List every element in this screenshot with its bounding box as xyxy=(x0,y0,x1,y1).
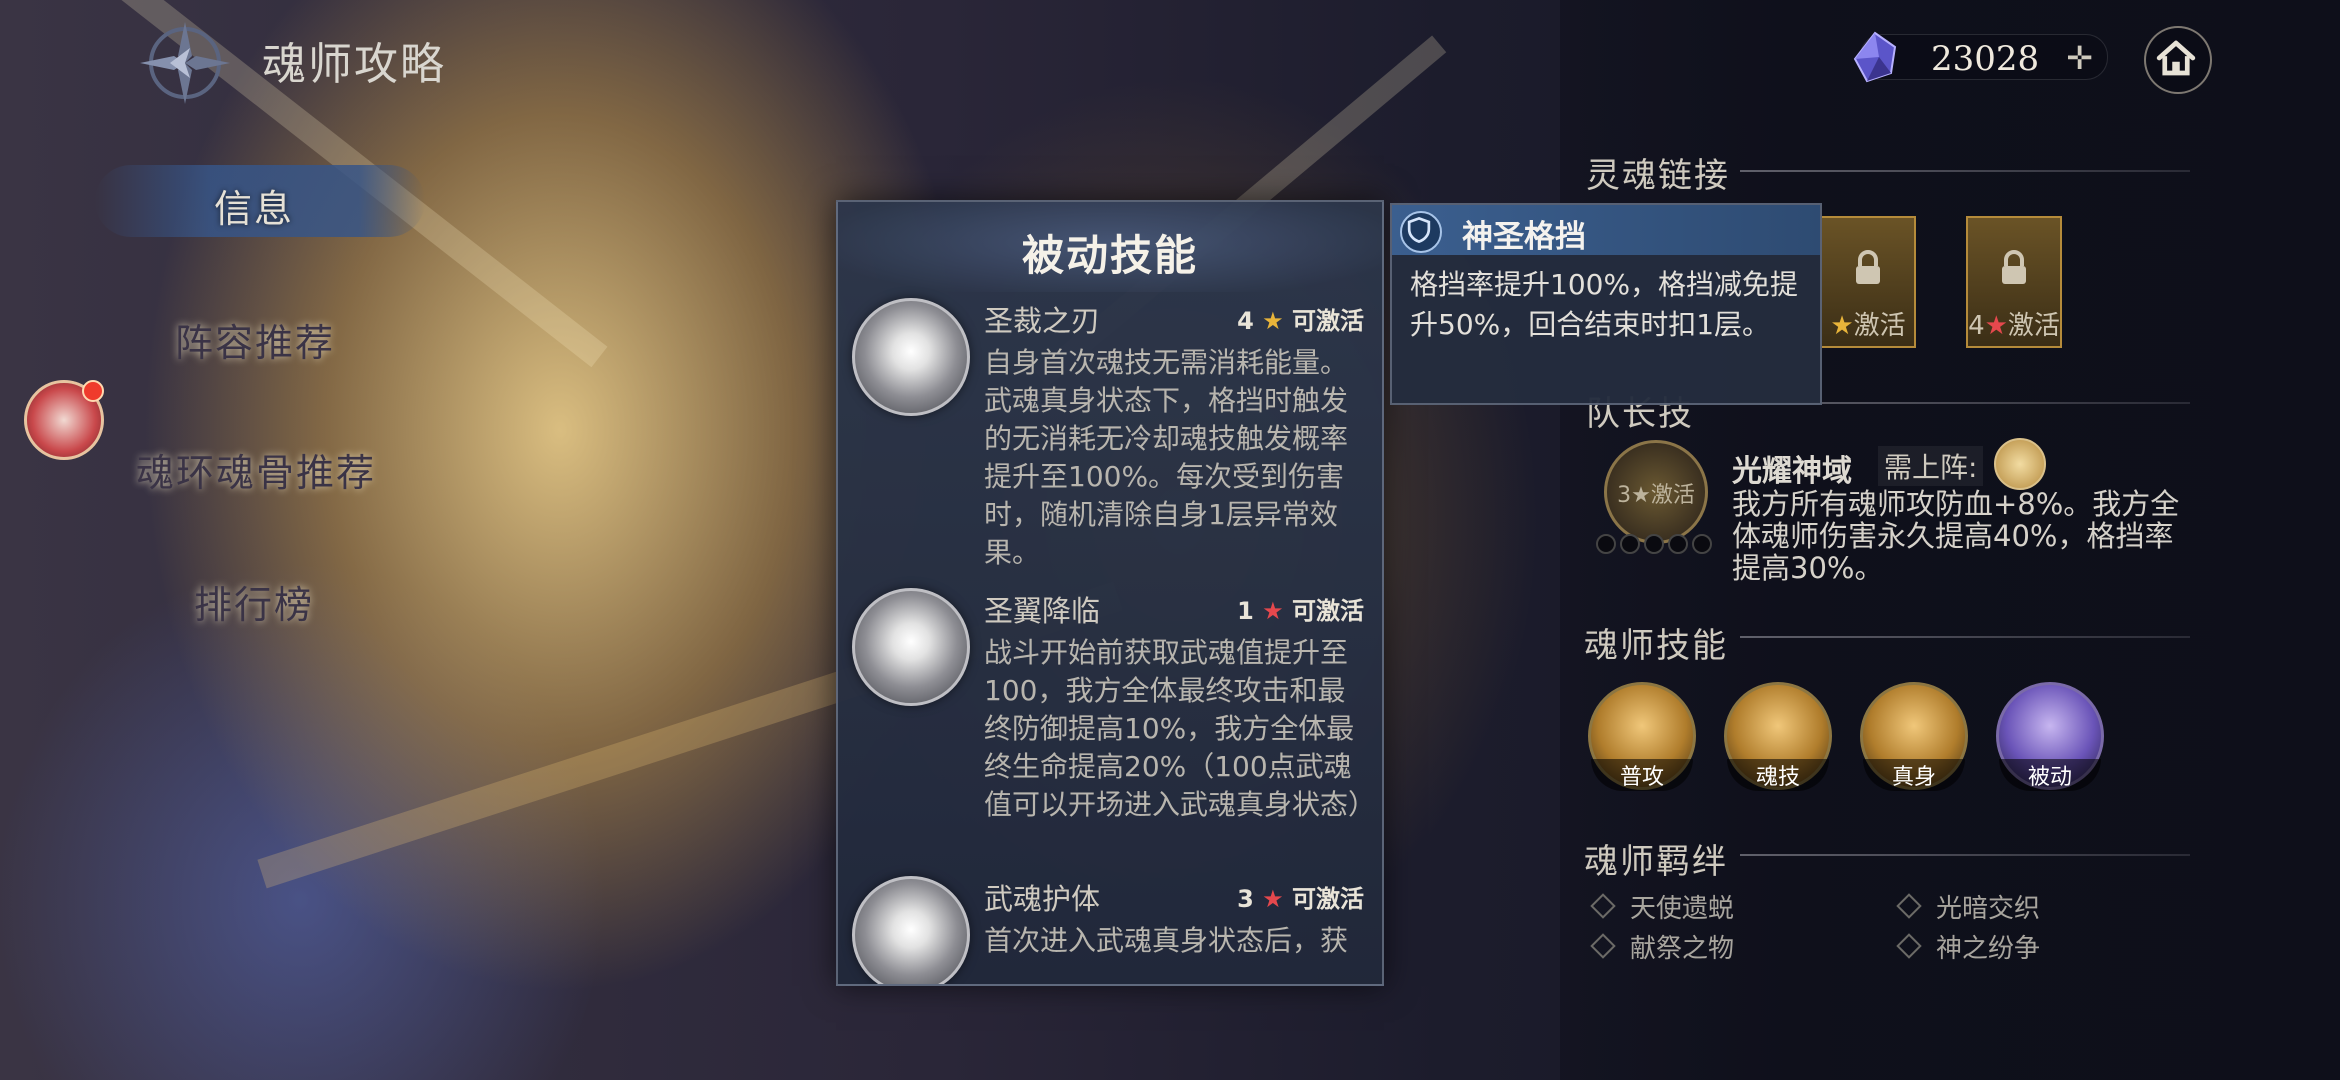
soul-link-card[interactable]: 4★激活 xyxy=(1966,216,2062,348)
captain-skill-name: 光耀神域 xyxy=(1732,454,1852,489)
page-title: 魂师攻略 xyxy=(262,39,446,90)
card-text: 激活 xyxy=(1853,311,1906,341)
skill-name: 武魂护体 xyxy=(984,882,1101,916)
shield-icon xyxy=(1400,211,1442,253)
skill-name: 圣裁之刃 xyxy=(984,304,1101,338)
divider xyxy=(1740,636,2190,638)
skill-button-basic-attack[interactable]: 普攻 xyxy=(1588,682,1696,791)
back-emblem-icon[interactable] xyxy=(130,18,240,108)
gold-star-icon: ★ xyxy=(1262,307,1284,335)
bond-label: 天使遗蜕 xyxy=(1630,894,1735,924)
diamond-icon xyxy=(1590,933,1616,959)
divider xyxy=(1740,854,2190,856)
red-star-icon: ★ xyxy=(1262,885,1284,913)
skill-name: 圣翼降临 xyxy=(984,594,1101,628)
soul-crystal-icon xyxy=(1853,31,1897,83)
req-stars: 4 xyxy=(1237,307,1254,335)
diamond-icon xyxy=(1590,893,1616,919)
req-stars: 3 xyxy=(1237,885,1254,913)
req-stars: 1 xyxy=(1237,597,1254,625)
bond-label: 献祭之物 xyxy=(1630,934,1735,964)
skill-button-label: 真身 xyxy=(1863,759,1965,791)
lock-icon xyxy=(2002,250,2026,284)
skill-button-label: 被动 xyxy=(1999,759,2101,791)
bond-item[interactable]: 献祭之物 xyxy=(1590,928,1735,965)
required-hero-avatar[interactable] xyxy=(1994,438,2046,490)
card-stars: 4 xyxy=(1968,311,1985,341)
bond-item[interactable]: 神之纷争 xyxy=(1896,928,2041,965)
diamond-icon xyxy=(1896,933,1922,959)
nav-item-lineup[interactable]: 阵容推荐 xyxy=(175,312,335,367)
add-currency-button[interactable]: ✛ xyxy=(2066,39,2093,77)
divider xyxy=(1740,170,2190,172)
hero-bonds-title: 魂师羁绊 xyxy=(1584,842,1728,882)
skill-tooltip: 神圣格挡 格挡率提升100%，格挡减免提升50%，回合结束时扣1层。 xyxy=(1390,203,1822,405)
nav-item-info[interactable]: 信息 xyxy=(214,178,294,233)
req-label: 可激活 xyxy=(1292,597,1364,625)
skill-button-label: 魂技 xyxy=(1727,759,1829,791)
holy-wing-icon xyxy=(852,588,970,706)
red-star-icon: ★ xyxy=(1984,311,2008,341)
skill-description: 战斗开始前获取武魂值提升至100，我方全体最终攻击和最终防御提高10%，我方全体… xyxy=(984,636,1377,821)
skill-requirement: 4 ★ 可激活 xyxy=(1237,301,1364,336)
bond-item[interactable]: 天使遗蜕 xyxy=(1590,888,1735,925)
card-text: 激活 xyxy=(2007,311,2060,341)
soul-link-title: 灵魂链接 xyxy=(1586,156,1730,196)
bond-label: 光暗交织 xyxy=(1936,894,2041,924)
soul-guard-icon xyxy=(852,876,970,984)
captain-level-dots xyxy=(1596,534,1716,558)
req-label: 可激活 xyxy=(1292,307,1364,335)
card-label: 4★激活 xyxy=(1968,305,2060,342)
bond-item[interactable]: 光暗交织 xyxy=(1896,888,2041,925)
currency-value: 23028 xyxy=(1931,39,2040,79)
need-deploy-label: 需上阵: xyxy=(1878,446,1984,486)
skill-button-passive[interactable]: 被动 xyxy=(1996,682,2104,791)
soul-link-card[interactable]: ★激活 xyxy=(1820,216,1916,348)
diamond-icon xyxy=(1896,893,1922,919)
skill-item[interactable]: 武魂护体 3 ★ 可激活 首次进入武魂真身状态后，获 xyxy=(852,876,1364,984)
skill-item[interactable]: 圣裁之刃 4 ★ 可激活 自身首次魂技无需消耗能量。武魂真身状态下，格挡时触发的… xyxy=(852,298,1364,578)
req-label: 可激活 xyxy=(1292,885,1364,913)
gold-star-icon: ★ xyxy=(1830,311,1854,341)
nav-item-soul-ring[interactable]: 魂环魂骨推荐 xyxy=(136,442,376,497)
skill-button-soul-skill[interactable]: 魂技 xyxy=(1724,682,1832,791)
skill-button-label: 普攻 xyxy=(1591,759,1693,791)
currency-display: 23028 ✛ xyxy=(1853,31,2108,83)
notification-dot xyxy=(82,380,104,402)
skill-requirement: 3 ★ 可激活 xyxy=(1237,879,1364,914)
tooltip-description: 格挡率提升100%，格挡减免提升50%，回合结束时扣1层。 xyxy=(1410,268,1799,341)
skill-description: 首次进入武魂真身状态后，获 xyxy=(984,924,1349,957)
hero-skills-title: 魂师技能 xyxy=(1584,626,1728,666)
red-star-icon: ★ xyxy=(1262,597,1284,625)
home-button[interactable] xyxy=(2144,26,2212,94)
nav-item-ranking[interactable]: 排行榜 xyxy=(194,574,314,629)
tooltip-header xyxy=(1392,205,1820,255)
card-label: ★激活 xyxy=(1822,305,1914,342)
passive-skills-panel: 被动技能 圣裁之刃 4 ★ 可激活 自身首次魂技无需消耗能量。武魂真身状态下，格… xyxy=(836,200,1384,986)
panel-title: 被动技能 xyxy=(1021,231,1198,280)
sun-blade-icon xyxy=(852,298,970,416)
skill-requirement: 1 ★ 可激活 xyxy=(1237,591,1364,626)
bond-label: 神之纷争 xyxy=(1936,934,2041,964)
captain-activate-label: 3★激活 xyxy=(1617,483,1695,508)
lock-icon xyxy=(1856,250,1880,284)
skill-button-true-body[interactable]: 真身 xyxy=(1860,682,1968,791)
captain-skill-description: 我方所有魂师攻防血+8%。我方全体魂师伤害永久提高40%，格挡率提高30%。 xyxy=(1732,487,2180,585)
skill-description: 自身首次魂技无需消耗能量。武魂真身状态下，格挡时触发的无消耗无冷却魂技触发概率提… xyxy=(984,346,1349,569)
skill-item[interactable]: 圣翼降临 1 ★ 可激活 战斗开始前获取武魂值提升至100，我方全体最终攻击和最… xyxy=(852,588,1377,868)
home-icon xyxy=(2156,40,2196,76)
tooltip-title: 神圣格挡 xyxy=(1462,219,1586,255)
captain-skill-icon[interactable]: 3★激活 xyxy=(1604,440,1708,544)
